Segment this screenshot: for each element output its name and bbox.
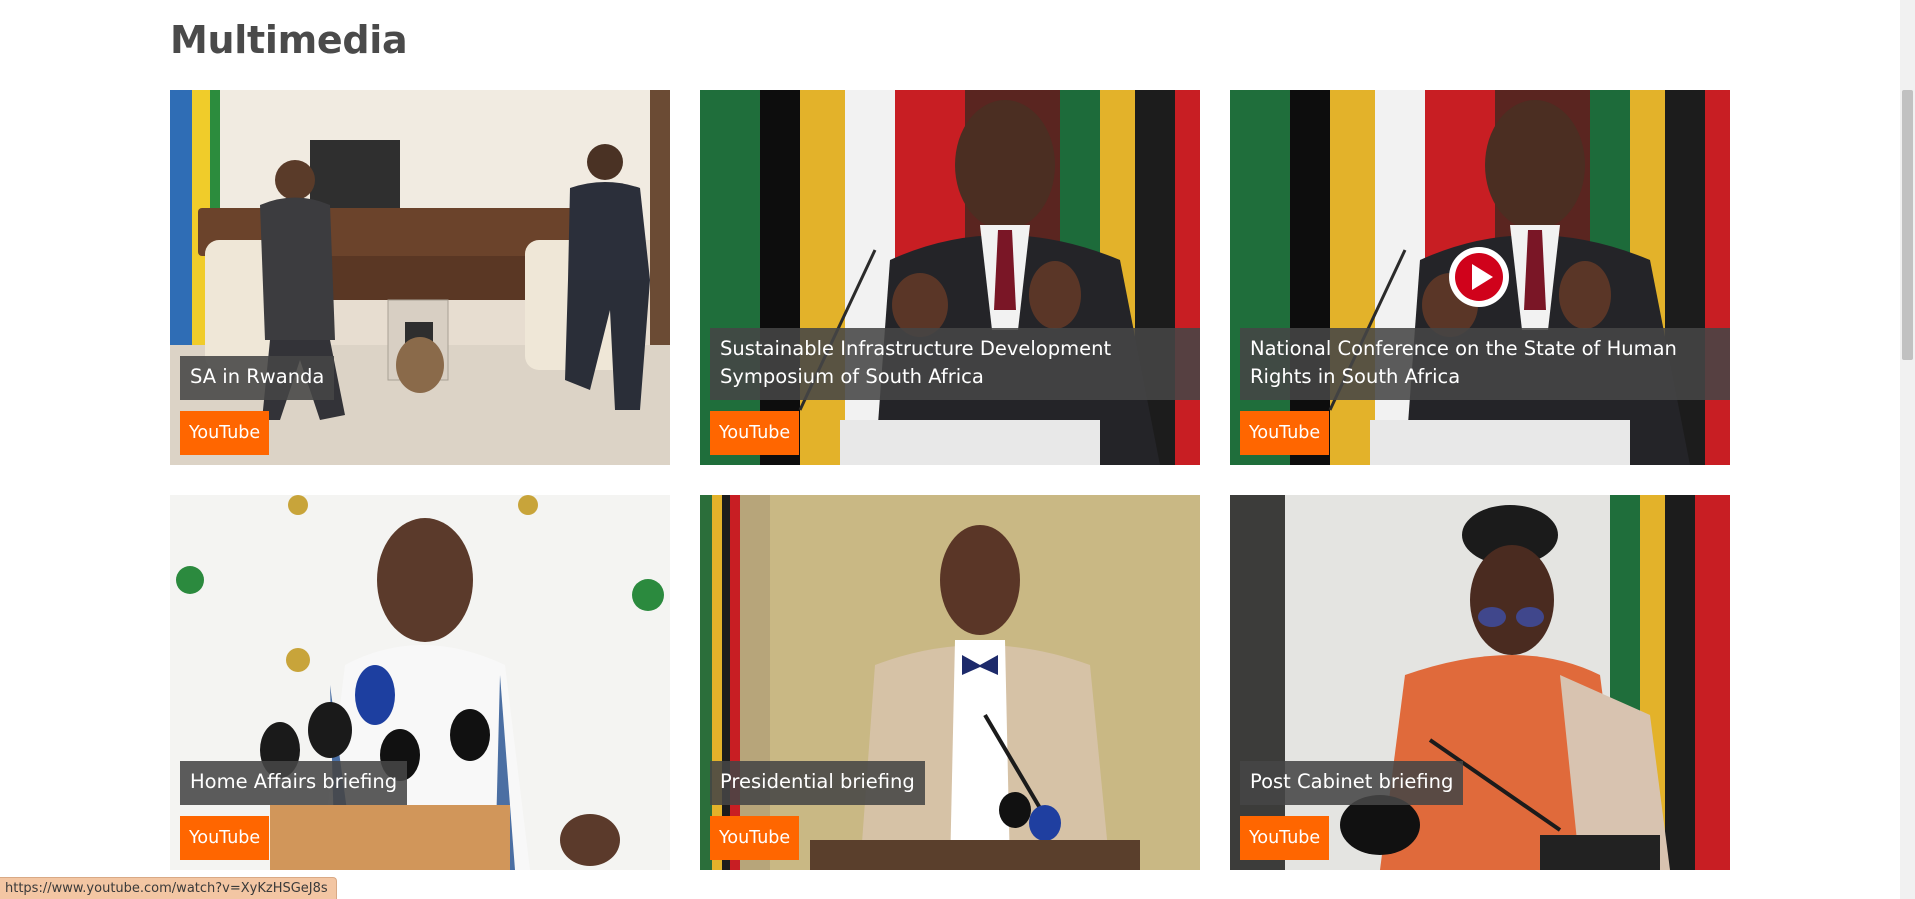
youtube-badge[interactable]: YouTube — [1240, 816, 1330, 860]
video-thumbnail — [1230, 495, 1730, 870]
video-thumbnail — [170, 90, 670, 465]
video-card[interactable]: Sustainable Infrastructure Development S… — [700, 90, 1200, 465]
video-title: Presidential briefing — [710, 761, 925, 805]
video-title: National Conference on the State of Huma… — [1240, 328, 1730, 400]
scrollbar-thumb[interactable] — [1902, 90, 1913, 360]
vertical-scrollbar[interactable] — [1900, 0, 1915, 899]
play-circle-icon[interactable] — [1447, 245, 1511, 309]
video-card[interactable]: Post Cabinet briefing YouTube — [1230, 495, 1730, 870]
video-thumbnail — [170, 495, 670, 870]
video-card[interactable]: Home Affairs briefing YouTube — [170, 495, 670, 870]
video-card[interactable]: National Conference on the State of Huma… — [1230, 90, 1730, 465]
youtube-badge[interactable]: YouTube — [180, 816, 270, 860]
youtube-badge[interactable]: YouTube — [710, 816, 800, 860]
video-card[interactable]: SA in Rwanda YouTube — [170, 90, 670, 465]
video-title: SA in Rwanda — [180, 356, 335, 400]
youtube-badge[interactable]: YouTube — [180, 411, 270, 455]
video-card[interactable]: Presidential briefing YouTube — [700, 495, 1200, 870]
video-thumbnail — [700, 495, 1200, 870]
youtube-badge[interactable]: YouTube — [710, 411, 800, 455]
status-bar-url: https://www.youtube.com/watch?v=XyKzHSGe… — [0, 877, 337, 899]
youtube-badge[interactable]: YouTube — [1240, 411, 1330, 455]
video-title: Post Cabinet briefing — [1240, 761, 1464, 805]
video-title: Sustainable Infrastructure Development S… — [710, 328, 1200, 400]
video-title: Home Affairs briefing — [180, 761, 408, 805]
video-thumbnail — [700, 90, 1200, 465]
page-title: Multimedia — [170, 18, 408, 62]
